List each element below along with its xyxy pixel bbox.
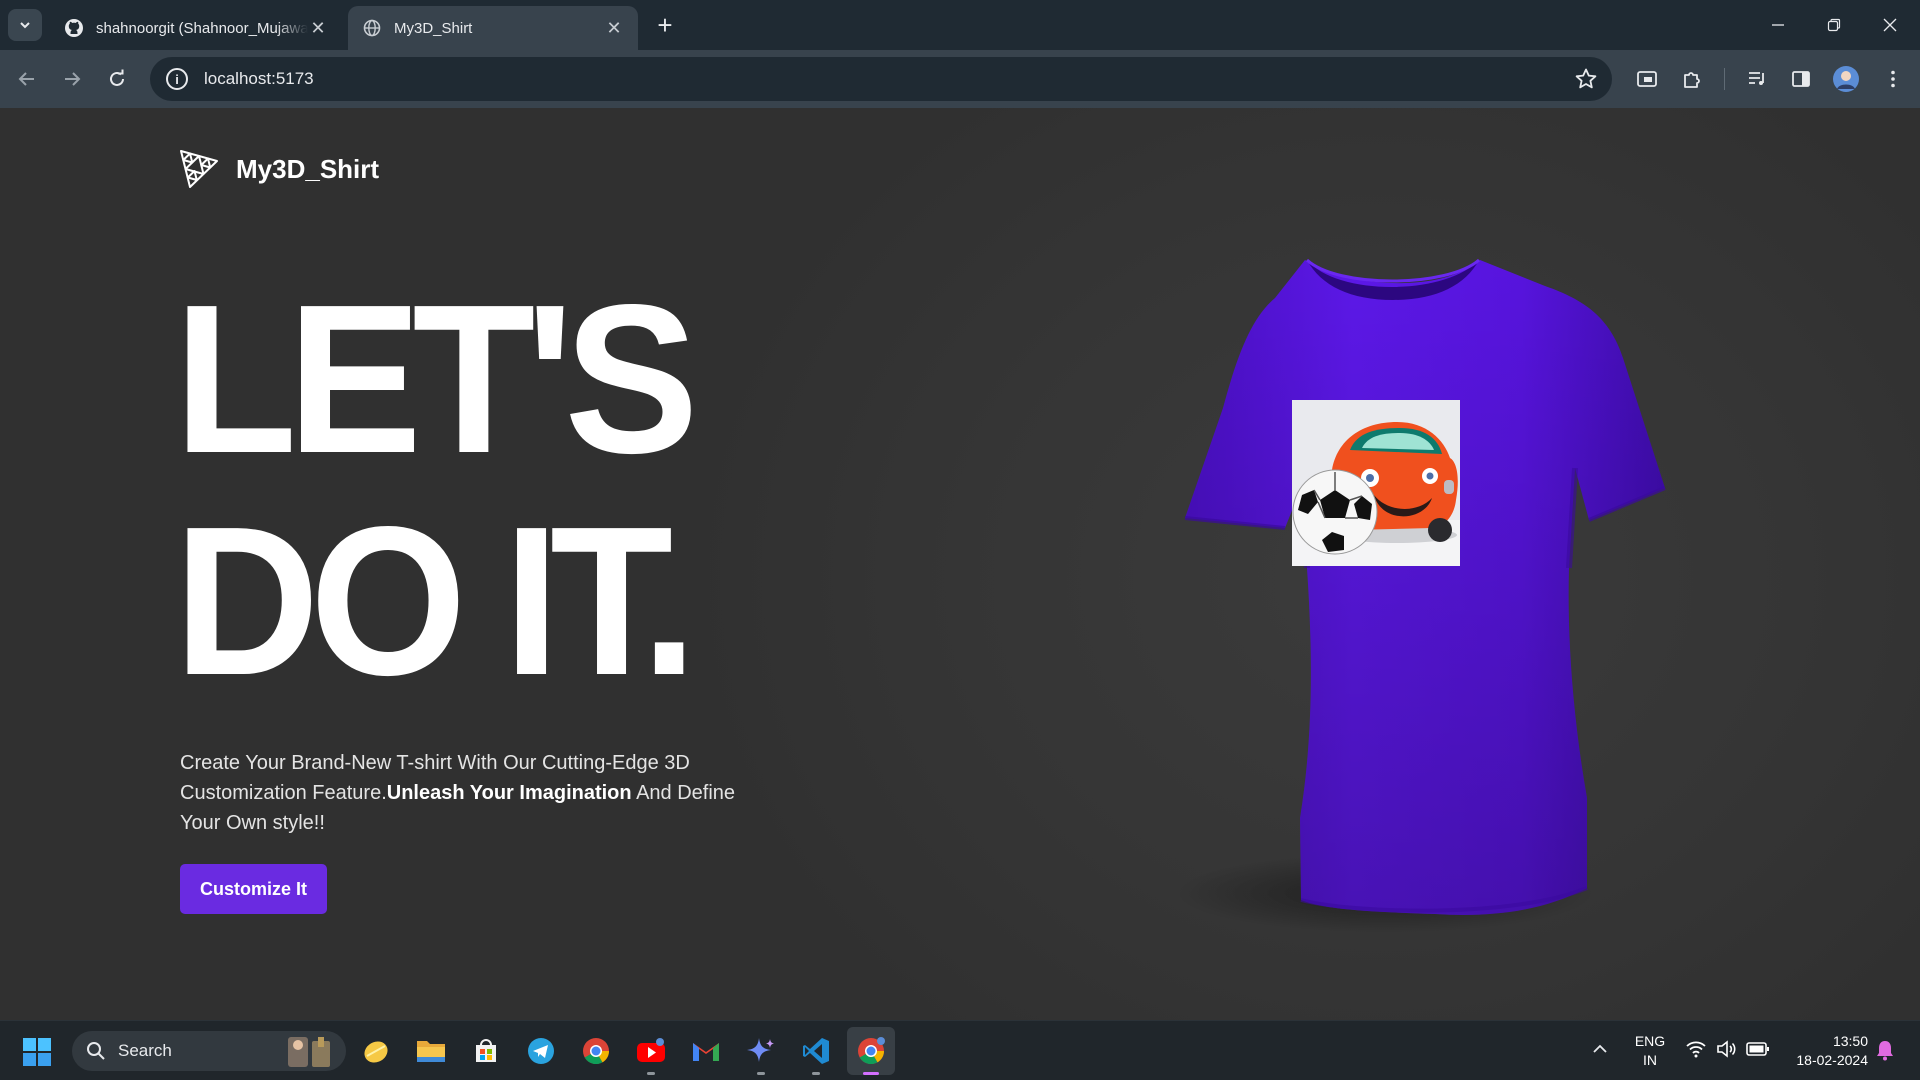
taskbar-app-chrome[interactable]	[576, 1031, 616, 1071]
chrome-icon	[583, 1038, 610, 1065]
tab-strip: shahnoorgit (Shahnoor_Mujawar) ✕ My3D_Sh…	[0, 0, 1920, 50]
media-control-icon[interactable]	[1740, 62, 1774, 96]
back-button[interactable]	[10, 62, 44, 96]
taskbar-app-vscode[interactable]	[796, 1031, 836, 1075]
language-indicator[interactable]: ENG IN	[1628, 1032, 1672, 1070]
toolbar-divider	[1724, 68, 1725, 90]
taskbar-app-widget[interactable]	[356, 1031, 396, 1071]
running-indicator	[757, 1072, 765, 1075]
close-icon	[1883, 18, 1897, 32]
address-url[interactable]: localhost:5173	[204, 69, 314, 89]
gemini-icon	[747, 1038, 774, 1062]
minimize-icon	[1772, 24, 1784, 26]
search-highlight-icon	[288, 1037, 330, 1067]
tab-github[interactable]: shahnoorgit (Shahnoor_Mujawar) ✕	[50, 6, 342, 50]
shirt-decal-image	[1292, 400, 1460, 566]
browser-toolbar: i localhost:5173	[0, 50, 1920, 108]
customize-it-button[interactable]: Customize It	[180, 864, 327, 914]
new-tab-button[interactable]: +	[650, 10, 680, 40]
running-indicator	[812, 1072, 820, 1075]
search-label: Search	[118, 1041, 172, 1060]
brand-name: My3D_Shirt	[236, 153, 380, 184]
taskbar-app-gmail[interactable]	[686, 1031, 726, 1071]
clock-time: 13:50	[1832, 1033, 1868, 1049]
address-bar[interactable]: i localhost:5173	[150, 57, 1612, 101]
bookmark-star-icon[interactable]	[1574, 67, 1598, 96]
windows-start-icon[interactable]	[22, 1037, 52, 1072]
show-hidden-icons-chevron-icon[interactable]	[1590, 1039, 1610, 1064]
youtube-icon	[637, 1038, 665, 1062]
tab-title: My3D_Shirt	[394, 19, 473, 37]
close-window-button[interactable]	[1862, 0, 1918, 50]
reload-icon	[110, 69, 124, 86]
taskbar-search-box[interactable]: Search	[72, 1031, 346, 1071]
volume-icon[interactable]	[1715, 1039, 1737, 1064]
telegram-icon	[528, 1038, 554, 1064]
close-tab-icon[interactable]: ✕	[604, 18, 624, 38]
reload-button[interactable]	[100, 62, 134, 96]
site-info-icon[interactable]: i	[166, 68, 188, 90]
notification-bell-icon[interactable]	[1874, 1038, 1896, 1067]
clock[interactable]: 13:50 18-02-2024	[1778, 1032, 1868, 1070]
restore-button[interactable]	[1806, 0, 1862, 50]
minimize-button[interactable]	[1750, 0, 1806, 50]
running-indicator	[647, 1072, 655, 1075]
tshirt-3d-model[interactable]	[1075, 238, 1695, 938]
forward-button[interactable]	[55, 62, 89, 96]
taskbar-app-file-explorer[interactable]	[411, 1031, 451, 1071]
globe-icon	[362, 18, 382, 38]
language-region: IN	[1643, 1052, 1657, 1068]
language-code: ENG	[1634, 1033, 1666, 1049]
restore-icon	[1827, 18, 1841, 32]
wifi-icon[interactable]	[1685, 1039, 1707, 1064]
side-panel-icon[interactable]	[1784, 62, 1818, 96]
gmail-icon	[693, 1043, 719, 1061]
description-emphasis: Unleash Your Imagination	[386, 782, 632, 804]
extensions-icon[interactable]	[1675, 62, 1709, 96]
file-explorer-icon	[417, 1041, 445, 1062]
battery-icon[interactable]	[1746, 1040, 1770, 1063]
browser-menu-icon[interactable]	[1876, 62, 1910, 96]
taskbar-app-store[interactable]	[466, 1031, 506, 1071]
profile-avatar[interactable]	[1829, 62, 1863, 96]
clock-date: 18-02-2024	[1796, 1052, 1868, 1068]
vscode-icon	[803, 1038, 829, 1064]
taskbar-app-chrome-active[interactable]	[847, 1027, 895, 1075]
arrow-right-icon	[65, 72, 81, 86]
chrome-icon	[858, 1037, 885, 1065]
taskbar-app-youtube[interactable]	[631, 1031, 671, 1075]
microsoft-store-icon	[476, 1039, 496, 1062]
tab-search-button[interactable]	[8, 9, 42, 41]
taskbar-app-gemini[interactable]	[741, 1031, 781, 1075]
cast-screen-icon[interactable]	[1630, 62, 1664, 96]
hero-heading-line2: DO IT.	[174, 482, 697, 719]
threejs-logo-icon	[180, 150, 218, 188]
arrow-left-icon	[18, 72, 34, 86]
page-content: My3D_Shirt LET'S DO IT. Create Your Bran…	[0, 108, 1920, 1020]
close-tab-icon[interactable]: ✕	[308, 18, 328, 38]
brand[interactable]: My3D_Shirt	[178, 148, 379, 190]
windows-taskbar: Search ENG IN 13:50 18-02-2024	[0, 1020, 1920, 1080]
lemon-widget-icon	[364, 1041, 388, 1063]
github-icon	[64, 18, 84, 38]
tab-my3d-shirt[interactable]: My3D_Shirt ✕	[348, 6, 638, 50]
running-indicator	[863, 1072, 879, 1075]
hero-description: Create Your Brand-New T-shirt With Our C…	[180, 748, 740, 838]
taskbar-app-telegram[interactable]	[521, 1031, 561, 1071]
hero-heading-line1: LET'S	[174, 260, 699, 497]
tab-title: shahnoorgit (Shahnoor_Mujawar)	[96, 19, 308, 37]
chevron-down-icon	[20, 22, 30, 29]
search-icon	[87, 1042, 105, 1060]
